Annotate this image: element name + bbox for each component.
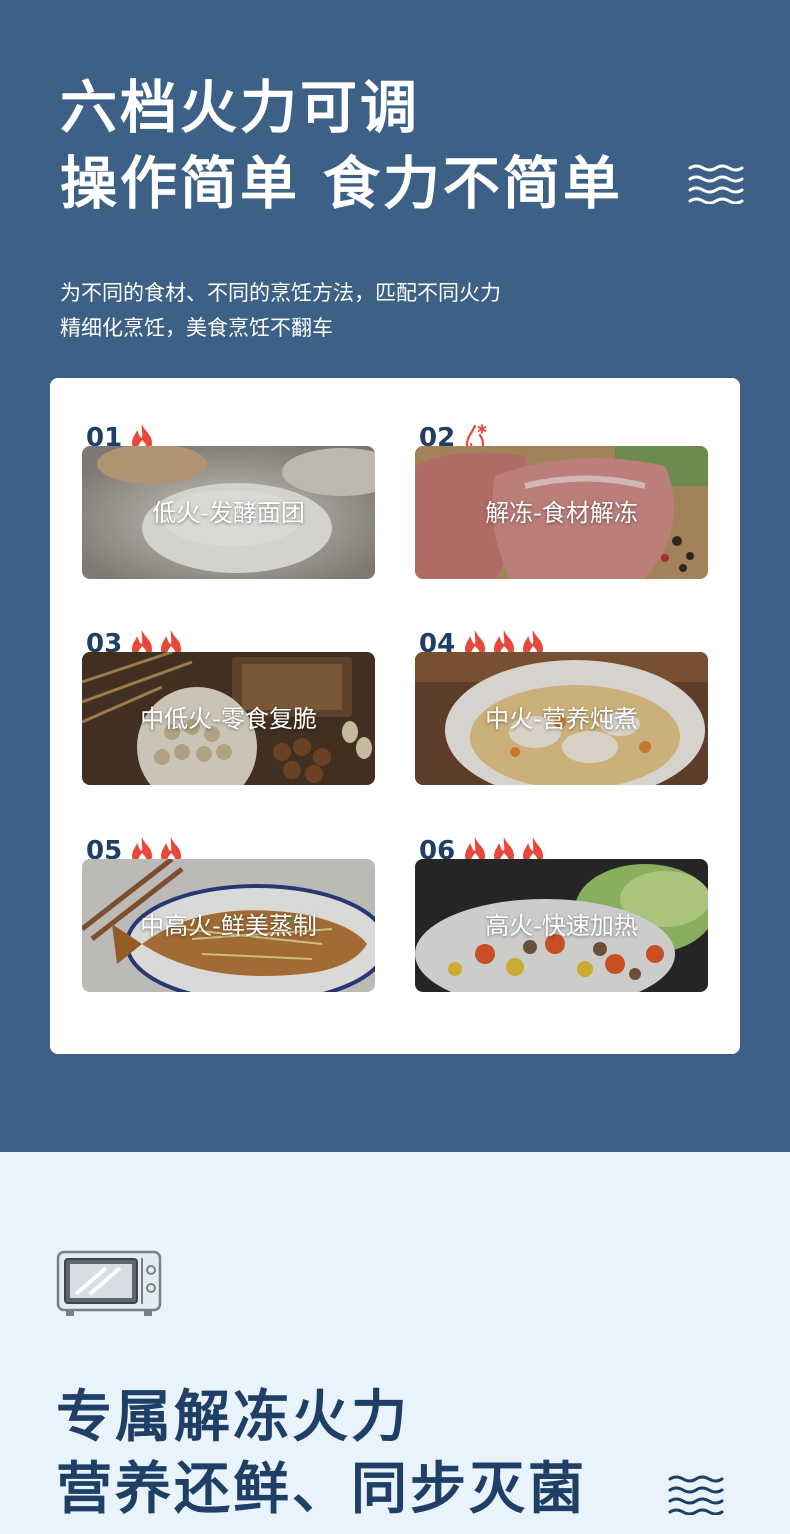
hero-title-line1: 六档火力可调 — [60, 75, 420, 141]
mode-image-soup: 中火-营养炖煮 — [415, 652, 708, 785]
mode-image-nuts: 中低火-零食复脆 — [82, 652, 375, 785]
mode-label: 中低火-零食复脆 — [140, 704, 317, 733]
mode-image-dough: 低火-发酵面团 — [82, 446, 375, 579]
mode-item-4: 04 中火-营养炖煮 — [415, 606, 708, 785]
wave-lines-icon — [688, 164, 744, 204]
mode-label: 中高火-鲜美蒸制 — [140, 911, 317, 940]
hero-subtitle-line1: 为不同的食材、不同的烹饪方法，匹配不同火力 — [60, 281, 501, 305]
mode-label: 高火-快速加热 — [485, 911, 638, 940]
mode-image-meat: 解冻-食材解冻 — [415, 446, 708, 579]
mode-image-stirfry: 高火-快速加热 — [415, 859, 708, 992]
mode-item-3: 03 中低火-零食复脆 — [82, 606, 375, 785]
mode-label: 解冻-食材解冻 — [485, 498, 638, 527]
mode-image-fish: 中高火-鲜美蒸制 — [82, 859, 375, 992]
microwave-icon — [56, 1250, 162, 1316]
mode-item-1: 01 低火-发酵面团 — [82, 400, 375, 579]
mode-item-2: 02 解冻-食材解冻 — [415, 400, 708, 579]
section2-title-line1: 专属解冻火力 — [56, 1385, 410, 1450]
hero-subtitle-line2: 精细化烹饪，美食烹饪不翻车 — [60, 316, 333, 340]
section2-title-line2: 营养还鲜、同步灭菌 — [56, 1457, 587, 1522]
mode-label: 低火-发酵面团 — [152, 498, 305, 527]
mode-item-6: 06 高火-快速加热 — [415, 813, 708, 992]
power-modes-card: 01 低火-发酵面团 02 解冻-食材解冻 03 中低火-零食复脆 04 中火-… — [50, 378, 740, 1054]
wave-lines-icon — [668, 1475, 724, 1515]
hero-title-line2: 操作简单 食力不简单 — [60, 151, 623, 217]
mode-item-5: 05 中高火-鲜美蒸制 — [82, 813, 375, 992]
mode-label: 中火-营养炖煮 — [485, 704, 638, 733]
